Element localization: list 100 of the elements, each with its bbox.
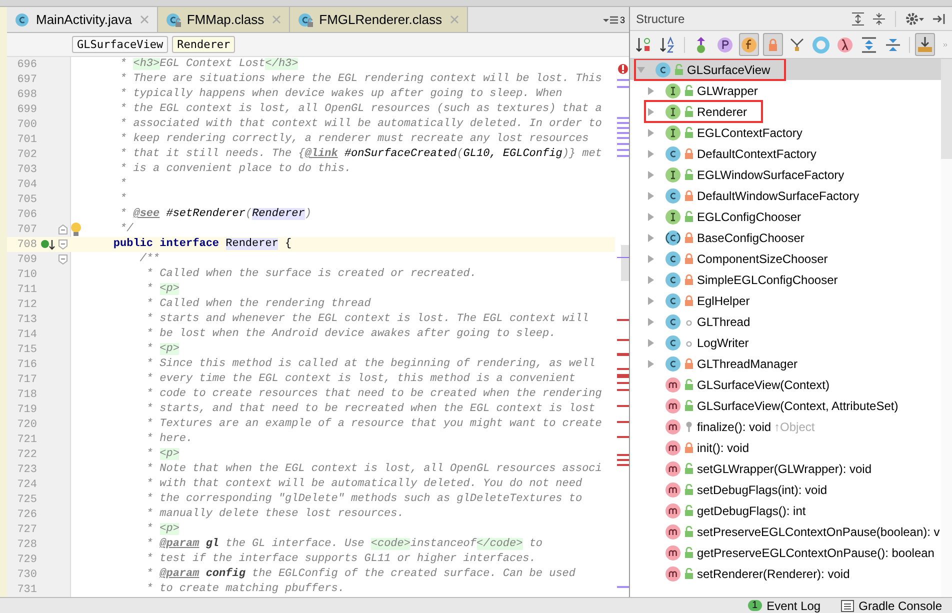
- expand-arrow-icon[interactable]: [646, 254, 656, 264]
- hide-panel-icon[interactable]: [932, 12, 946, 26]
- editor-tab[interactable]: MainActivity.java: [7, 7, 158, 32]
- tree-item-label: GLSurfaceView(Context, AttributeSet): [697, 398, 898, 412]
- tree-item[interactable]: GLSurfaceView: [630, 59, 941, 80]
- code-line: * that it still needs. The {@link #onSurfaceCreated(GL10, EGLConfig)} met: [119, 148, 602, 161]
- tree-item[interactable]: LogWriter: [630, 332, 941, 353]
- code-line: * the corresponding "glDelete" methods such as glDeleteTextures to: [145, 493, 582, 506]
- tree-item[interactable]: DefaultContextFactory: [630, 143, 941, 164]
- line-number: 725: [16, 494, 37, 506]
- tree-item[interactable]: BaseConfigChooser: [630, 227, 941, 248]
- tree-item[interactable]: EglHelper: [630, 290, 941, 311]
- line-number: 714: [16, 328, 37, 340]
- tree-item[interactable]: Renderer: [630, 101, 941, 122]
- tree-item[interactable]: EGLContextFactory: [630, 122, 941, 143]
- tree-item-label: ComponentSizeChooser: [697, 252, 828, 266]
- line-number: 704: [16, 178, 37, 190]
- line-number: 719: [16, 404, 37, 416]
- line-number: 700: [16, 118, 37, 130]
- line-number: 711: [16, 284, 37, 296]
- tree-item-label: GLSurfaceView(Context): [697, 378, 830, 392]
- line-number: 730: [16, 568, 37, 580]
- code-line: * be lost when the Android device awakes after going to sleep.: [145, 328, 556, 341]
- expand-all-icon[interactable]: [851, 12, 865, 26]
- code-line: * here.: [145, 433, 193, 446]
- tree-item[interactable]: finalize(): void ↑Object: [630, 416, 941, 437]
- expand-arrow-icon[interactable]: [646, 170, 656, 180]
- tree-item[interactable]: DefaultWindowSurfaceFactory: [630, 185, 941, 206]
- code-line: * test if the interface supports GL11 or higher interfaces.: [145, 553, 536, 566]
- expand-arrow-icon[interactable]: [646, 232, 656, 242]
- expand-arrow-icon[interactable]: [646, 212, 656, 222]
- expand-arrow-icon[interactable]: [646, 274, 656, 284]
- fold-icon[interactable]: [58, 254, 68, 265]
- console-icon: [840, 600, 854, 612]
- line-number: 716: [16, 358, 37, 370]
- fold-icon[interactable]: [58, 239, 68, 250]
- breadcrumb[interactable]: Renderer: [172, 36, 236, 53]
- tree-item[interactable]: ComponentSizeChooser: [630, 248, 941, 269]
- code-line: * Since this method is called at the beginning of rendering, as well: [145, 358, 596, 371]
- tree-item[interactable]: init(): void: [630, 437, 941, 458]
- tree-item-label: EglHelper: [697, 294, 750, 308]
- tree-item[interactable]: setPreserveEGLContextOnPause(boolean): v: [630, 521, 941, 542]
- tree-item[interactable]: GLSurfaceView(Context, AttributeSet): [630, 395, 941, 416]
- tree-item[interactable]: setGLWrapper(GLWrapper): void: [630, 458, 941, 479]
- tree-item-label: Renderer: [697, 104, 748, 118]
- editor-tab[interactable]: FMMap.class: [158, 7, 290, 32]
- code-line: * <h3>EGL Context Lost</h3>: [119, 58, 298, 71]
- settings-icon[interactable]: [905, 12, 925, 26]
- expand-arrow-icon[interactable]: [636, 64, 646, 74]
- tree-item[interactable]: EGLWindowSurfaceFactory: [630, 164, 941, 185]
- expand-arrow-icon[interactable]: [646, 316, 656, 326]
- tree-item-label: DefaultWindowSurfaceFactory: [697, 188, 860, 202]
- tree-item[interactable]: getDebugFlags(): int: [630, 500, 941, 521]
- line-number: 705: [16, 194, 37, 206]
- event-log-button[interactable]: 1 Event Log: [748, 598, 821, 612]
- editor-tab[interactable]: FMGLRenderer.class: [290, 7, 468, 32]
- close-icon[interactable]: [140, 15, 149, 24]
- expand-arrow-icon[interactable]: [646, 106, 656, 116]
- close-icon[interactable]: [450, 15, 459, 24]
- tree-item-label: finalize(): void: [697, 420, 772, 434]
- line-number: 718: [16, 388, 37, 400]
- expand-arrow-icon[interactable]: [646, 148, 656, 158]
- expand-arrow-icon[interactable]: [646, 338, 656, 348]
- expand-arrow-icon[interactable]: [646, 86, 656, 96]
- autoscroll-icon[interactable]: [915, 33, 935, 56]
- tree-item-label: GLThread: [697, 314, 750, 328]
- expand-arrow-icon[interactable]: [646, 296, 656, 306]
- expand-arrow-icon[interactable]: [646, 128, 656, 138]
- tree-item-label: DefaultContextFactory: [697, 146, 816, 160]
- line-number: 715: [16, 344, 37, 356]
- tree-item[interactable]: GLWrapper: [630, 80, 941, 101]
- more-chevron-icon[interactable]: [943, 40, 948, 48]
- tree-item[interactable]: GLThreadManager: [630, 353, 941, 374]
- gradle-console-button[interactable]: Gradle Console: [840, 598, 942, 612]
- implemented-icon[interactable]: [40, 238, 56, 250]
- tree-item[interactable]: SimpleEGLConfigChooser: [630, 269, 941, 290]
- tree-item[interactable]: GLThread: [630, 311, 941, 332]
- tree-item-label: init(): void: [697, 440, 750, 454]
- code-line: /**: [138, 253, 160, 266]
- tree-item-label: setRenderer(Renderer): void: [697, 566, 850, 580]
- close-icon[interactable]: [272, 15, 282, 24]
- fields-icon[interactable]: [738, 33, 758, 56]
- tree-item[interactable]: setRenderer(Renderer): void: [630, 563, 941, 584]
- scrollbar-thumb[interactable]: [941, 59, 952, 159]
- tree-item[interactable]: setDebugFlags(int): void: [630, 479, 941, 500]
- tree-item[interactable]: getPreserveEGLContextOnPause(): boolean: [630, 542, 941, 563]
- line-number: 727: [16, 524, 37, 536]
- code-line: * Called when the rendering thread: [145, 298, 371, 311]
- expand-arrow-icon[interactable]: [646, 358, 656, 368]
- tab-list-icon[interactable]: [602, 14, 619, 24]
- collapse-all-icon[interactable]: [872, 12, 886, 26]
- breadcrumb[interactable]: GLSurfaceView: [72, 36, 168, 53]
- code-line: * @param config the EGLConfig of the created surface. Can be used: [145, 568, 576, 581]
- tree-item[interactable]: GLSurfaceView(Context): [630, 374, 941, 395]
- tree-item[interactable]: EGLConfigChooser: [630, 206, 941, 227]
- expand-arrow-icon[interactable]: [646, 190, 656, 200]
- code-line: * There are situations where the EGL rendering context will be lost. This: [119, 73, 602, 86]
- hidden-tab-count: 3: [620, 14, 625, 24]
- inherited-from-label: ↑Object: [774, 420, 815, 434]
- lightbulb-icon[interactable]: [70, 222, 82, 237]
